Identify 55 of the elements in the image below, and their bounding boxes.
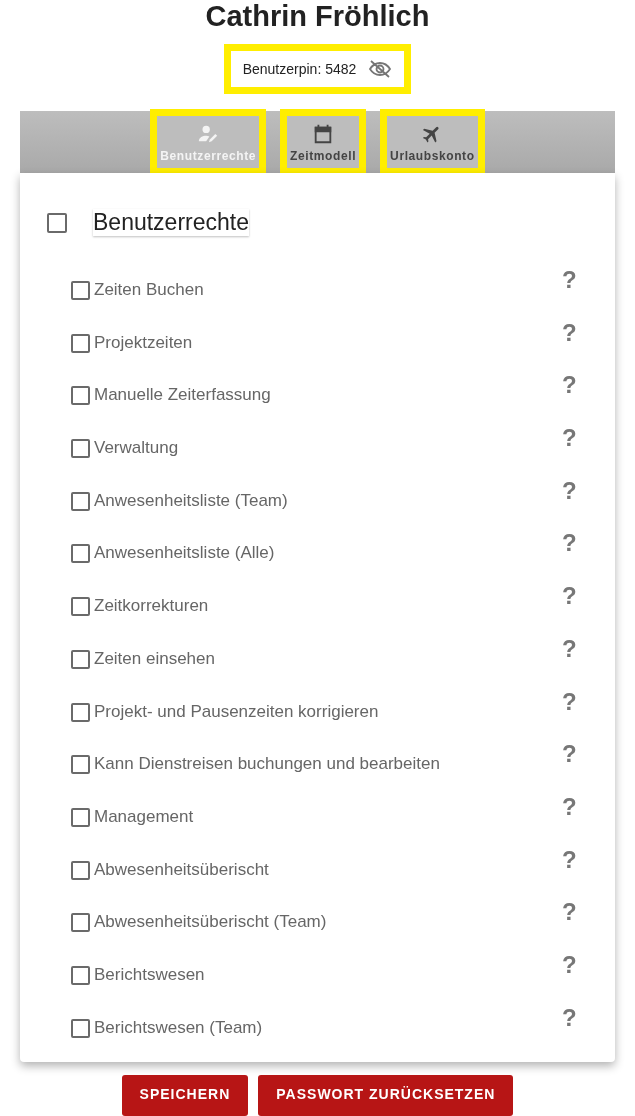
- help-icon[interactable]: ?: [562, 582, 577, 611]
- reset-password-button[interactable]: PASSWORT ZURÜCKSETZEN: [258, 1075, 514, 1116]
- help-icon[interactable]: ?: [562, 371, 577, 400]
- help-icon[interactable]: ?: [562, 740, 577, 769]
- permission-label: Anwesenheitsliste (Alle): [94, 543, 275, 564]
- help-icon[interactable]: ?: [562, 424, 577, 453]
- user-name-title: Cathrin Fröhlich: [205, 0, 430, 32]
- help-icon[interactable]: ?: [562, 1003, 577, 1032]
- checkbox[interactable]: [71, 965, 90, 985]
- checkbox[interactable]: [71, 333, 90, 353]
- permission-label: Zeitkorrekturen: [94, 596, 209, 617]
- help-icon[interactable]: ?: [562, 950, 577, 979]
- save-button[interactable]: SPEICHERN: [121, 1075, 249, 1116]
- permission-label: Projektzeiten: [94, 332, 193, 353]
- permission-label: Manuelle Zeiterfassung: [94, 385, 271, 406]
- help-icon[interactable]: ?: [562, 266, 577, 294]
- checkbox[interactable]: [71, 544, 90, 564]
- help-icon[interactable]: ?: [562, 529, 577, 558]
- checkbox[interactable]: [71, 807, 90, 827]
- checkbox[interactable]: [71, 913, 90, 933]
- permission-label: Zeiten einsehen: [94, 648, 215, 669]
- help-icon[interactable]: ?: [562, 318, 577, 347]
- permission-label: Projekt- und Pausenzeiten korrigieren: [94, 701, 379, 722]
- checkbox[interactable]: [71, 702, 90, 722]
- user-edit-icon: [197, 123, 220, 145]
- checkbox[interactable]: [71, 1018, 90, 1038]
- permission-label: Management: [94, 806, 194, 827]
- checkbox[interactable]: [71, 597, 90, 617]
- checkbox[interactable]: [47, 212, 67, 233]
- help-icon[interactable]: ?: [562, 845, 577, 874]
- checkbox[interactable]: [71, 439, 90, 459]
- permission-label: Anwesenheitsliste (Team): [94, 490, 288, 511]
- eye-off-icon[interactable]: [368, 57, 393, 81]
- checkbox[interactable]: [71, 491, 90, 511]
- checkbox[interactable]: [71, 755, 90, 775]
- help-icon[interactable]: ?: [562, 687, 577, 716]
- tab[interactable]: Zeitmodell: [287, 116, 360, 168]
- permission-label: Berichtswesen: [94, 964, 205, 985]
- permission-label: Berichtswesen (Team): [94, 1017, 263, 1038]
- checkbox[interactable]: [71, 386, 90, 406]
- permission-label: Zeiten Buchen: [94, 280, 204, 300]
- section-title: Benutzerrechte: [93, 209, 249, 236]
- help-icon[interactable]: ?: [562, 792, 577, 821]
- user-pin-text: Benutzerpin: 5482: [242, 61, 357, 77]
- permission-label: Verwaltung: [94, 438, 179, 459]
- checkbox[interactable]: [71, 281, 90, 300]
- help-icon[interactable]: ?: [562, 634, 577, 663]
- tab[interactable]: Urlaubskonto: [387, 116, 478, 168]
- permission-label: Abwesenheitsüberischt: [94, 859, 269, 880]
- help-icon[interactable]: ?: [562, 898, 577, 927]
- permission-label: Abwesenheitsüberischt (Team): [94, 912, 327, 933]
- checkbox[interactable]: [71, 860, 90, 880]
- help-icon[interactable]: ?: [562, 476, 577, 505]
- permission-label: Kann Dienstreisen buchungen und bearbeiten: [94, 754, 440, 775]
- checkbox[interactable]: [71, 649, 90, 669]
